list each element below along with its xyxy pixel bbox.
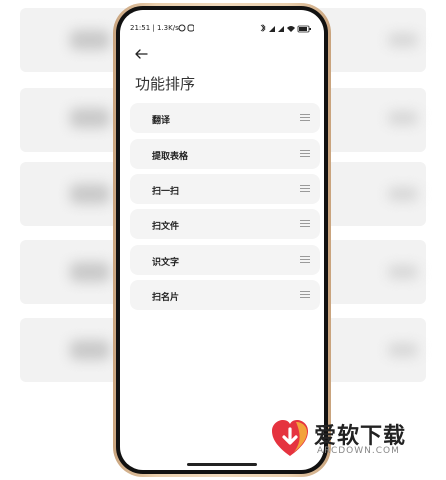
function-item[interactable]: 扫文件 <box>130 209 320 239</box>
bluetooth-icon <box>260 24 266 32</box>
function-item-label: 扫一扫 <box>152 187 180 197</box>
function-item[interactable]: 扫一扫 <box>130 174 320 204</box>
arrow-left-icon <box>135 49 148 59</box>
drag-handle-icon[interactable] <box>300 185 310 192</box>
function-item-label: 扫文件 <box>152 222 180 232</box>
back-button[interactable] <box>134 48 148 64</box>
status-bar: 21:51 | 1.3K/s <box>120 22 324 36</box>
function-item[interactable]: 识文字 <box>130 245 320 275</box>
wifi-icon <box>287 26 295 32</box>
function-item[interactable]: 翻译 <box>130 103 320 133</box>
dnd-icon <box>178 24 186 32</box>
function-item[interactable]: 提取表格 <box>130 139 320 169</box>
phone-frame: 21:51 | 1.3K/s 功能排序 翻译 提取表格 扫一扫 扫文件 识文字 … <box>113 3 331 477</box>
watermark-logo-icon <box>272 420 308 456</box>
drag-handle-icon[interactable] <box>300 220 310 227</box>
phone-screen: 21:51 | 1.3K/s 功能排序 翻译 提取表格 扫一扫 扫文件 识文字 … <box>120 10 324 470</box>
status-right-icons <box>260 24 311 33</box>
drag-handle-icon[interactable] <box>300 256 310 263</box>
drag-handle-icon[interactable] <box>300 114 310 121</box>
status-time-speed: 21:51 | 1.3K/s <box>130 24 179 32</box>
phone-bezel: 21:51 | 1.3K/s 功能排序 翻译 提取表格 扫一扫 扫文件 识文字 … <box>116 6 328 474</box>
signal-icon <box>278 26 284 32</box>
function-item-label: 识文字 <box>152 258 180 268</box>
function-item-label: 提取表格 <box>152 152 189 162</box>
home-indicator[interactable] <box>187 463 257 466</box>
page-title: 功能排序 <box>135 75 196 93</box>
drag-handle-icon[interactable] <box>300 150 310 157</box>
signal-icon <box>269 26 275 32</box>
status-left-icons <box>178 24 194 32</box>
function-item-label: 翻译 <box>152 116 171 126</box>
drag-handle-icon[interactable] <box>300 291 310 298</box>
function-item[interactable]: 扫名片 <box>130 280 320 310</box>
watermark-subtitle: ARCDOWN.COM <box>317 446 400 456</box>
function-item-label: 扫名片 <box>152 293 180 303</box>
alarm-icon <box>187 24 194 32</box>
